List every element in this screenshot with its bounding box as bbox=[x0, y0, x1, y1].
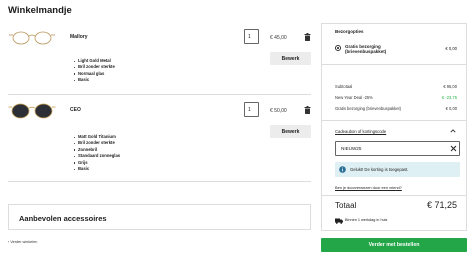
summary-row-subtotal: Subtotaal € 95,00 bbox=[335, 84, 457, 89]
item-specs: Matt Gold Titanium Bril zonder sterkte Z… bbox=[74, 134, 120, 172]
divider bbox=[322, 64, 466, 65]
quantity-input[interactable]: 1 bbox=[244, 102, 259, 117]
spec-line: Basic bbox=[74, 77, 115, 83]
page-title: Winkelmandje bbox=[8, 5, 72, 16]
success-message: Gelukt! De korting is toegepast. bbox=[350, 167, 409, 172]
edit-button[interactable]: Bewerk bbox=[270, 52, 311, 65]
sunglasses-image bbox=[8, 103, 56, 119]
total-label: Totaal bbox=[335, 201, 357, 210]
recommended-title: Aanbevolen accessoires bbox=[19, 214, 107, 223]
success-alert: Gelukt! De korting is toegepast. bbox=[335, 162, 460, 177]
continue-shopping-link[interactable]: ‹ Verder winkelen bbox=[8, 240, 37, 244]
close-icon[interactable] bbox=[449, 144, 458, 153]
shipping-radio[interactable] bbox=[335, 45, 341, 51]
referral-link[interactable]: Ben je doorverwezen door een vriend? bbox=[335, 185, 402, 190]
total-value: € 71,25 bbox=[426, 200, 457, 210]
trash-icon[interactable] bbox=[304, 33, 311, 41]
row-value: € 95,00 bbox=[443, 84, 457, 89]
recommended-accessories: Aanbevolen accessoires bbox=[8, 204, 311, 230]
row-value: € -23,75 bbox=[441, 95, 457, 100]
row-value: € 0,00 bbox=[445, 106, 457, 111]
info-icon bbox=[339, 166, 346, 173]
cart-item: CEO Matt Gold Titanium Bril zonder sterk… bbox=[8, 96, 311, 182]
divider bbox=[322, 120, 466, 121]
row-label: Gratis bezorging (brievenbuspakket) bbox=[335, 106, 401, 111]
gold-wire-glasses-image bbox=[9, 31, 55, 45]
order-summary: Bezorgopties Gratis bezorging (brievenbu… bbox=[321, 23, 467, 231]
edit-button[interactable]: Bewerk bbox=[270, 125, 311, 138]
divider bbox=[322, 195, 466, 196]
shipping-option-price: € 0,00 bbox=[445, 46, 457, 51]
delivery-note: Binnen 1 werkdag in huis bbox=[345, 218, 388, 222]
quantity-input[interactable]: 1 bbox=[244, 29, 259, 44]
item-name[interactable]: CEO bbox=[70, 107, 81, 113]
discount-code-input[interactable] bbox=[335, 141, 460, 156]
item-price: € 50,00 bbox=[270, 108, 287, 114]
summary-row-discount: New Year Deal -25% € -23,75 bbox=[335, 95, 457, 100]
discount-code-toggle[interactable]: Cadeaubon of kortingscode bbox=[335, 129, 386, 134]
shipping-title: Bezorgopties bbox=[335, 29, 364, 34]
item-name[interactable]: Mallory bbox=[70, 34, 88, 40]
row-label: Subtotaal bbox=[335, 84, 353, 89]
row-label: New Year Deal -25% bbox=[335, 95, 373, 100]
shipping-option-label[interactable]: Gratis bezorging (brievenbuspakket) bbox=[345, 44, 417, 55]
checkout-button[interactable]: Verder met bestellen bbox=[321, 238, 467, 252]
item-specs: Light Gold Metal Bril zonder sterkte Nor… bbox=[74, 58, 115, 84]
trash-icon[interactable] bbox=[304, 106, 311, 114]
cart-item: Mallory Light Gold Metal Bril zonder ste… bbox=[8, 23, 311, 95]
item-price: € 45,00 bbox=[270, 35, 287, 41]
chevron-up-icon[interactable] bbox=[450, 128, 456, 134]
spec-line: Basic bbox=[74, 166, 120, 172]
truck-icon bbox=[335, 218, 343, 224]
summary-row-shipping: Gratis bezorging (brievenbuspakket) € 0,… bbox=[335, 106, 457, 111]
